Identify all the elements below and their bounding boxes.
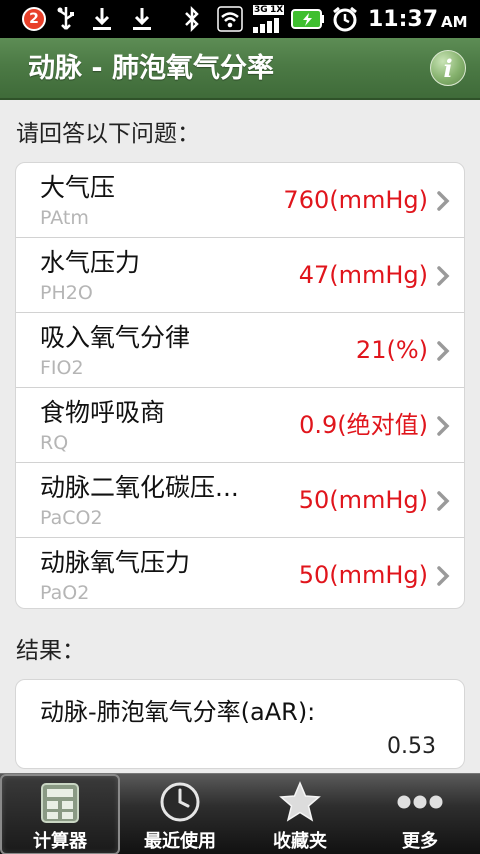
alarm-icon: [330, 0, 360, 38]
info-button[interactable]: i: [430, 50, 466, 86]
calculator-icon: [36, 781, 84, 825]
input-row-fio2[interactable]: 吸入氧气分律 FIO2 21(%): [16, 313, 464, 388]
star-icon: [276, 779, 324, 825]
notification-badge[interactable]: 2: [22, 0, 46, 38]
input-row-pao2[interactable]: 动脉氧气压力 PaO2 50(mmHg): [16, 538, 464, 608]
input-row-ph2o[interactable]: 水气压力 PH2O 47(mmHg): [16, 238, 464, 313]
tab-calculator[interactable]: 计算器: [0, 774, 120, 854]
download-icon: [88, 0, 116, 38]
input-value: 0.9(绝对值): [299, 411, 428, 439]
result-value: 0.53: [387, 734, 436, 759]
title-bar: 动脉 - 肺泡氧气分率 i: [0, 38, 480, 100]
usb-icon: [52, 0, 80, 38]
chevron-right-icon: [437, 191, 450, 211]
result-label: 动脉-肺泡氧气分率(aAR):: [40, 698, 316, 726]
questions-section-label: 请回答以下问题：: [16, 121, 200, 147]
battery-icon: [290, 0, 326, 38]
tab-recent[interactable]: 最近使用: [120, 774, 240, 854]
download-icon: [128, 0, 156, 38]
status-bar: 2 3G 1X 11:37 AM: [0, 0, 480, 38]
questions-card: 大气压 PAtm 760(mmHg) 水气压力 PH2O 47(mmHg) 吸入…: [15, 162, 465, 609]
input-row-patm[interactable]: 大气压 PAtm 760(mmHg): [16, 163, 464, 238]
chevron-right-icon: [437, 491, 450, 511]
chevron-right-icon: [437, 416, 450, 436]
tab-more[interactable]: 更多: [360, 774, 480, 854]
status-time: 11:37: [368, 6, 439, 32]
signal-icon: 3G 1X: [252, 0, 286, 38]
chevron-right-icon: [437, 266, 450, 286]
wifi-icon: [216, 0, 244, 38]
input-value: 21(%): [355, 336, 428, 364]
clock: 11:37 AM: [368, 0, 468, 38]
bottom-tab-bar: 计算器 最近使用 收藏夹 更多: [0, 773, 480, 854]
status-ampm: AM: [441, 12, 468, 31]
clock-icon: [156, 779, 204, 825]
chevron-right-icon: [437, 341, 450, 361]
result-section-label: 结果：: [16, 638, 85, 664]
input-value: 50(mmHg): [298, 561, 428, 589]
input-value: 760(mmHg): [283, 186, 428, 214]
chevron-right-icon: [437, 566, 450, 586]
tab-favorites[interactable]: 收藏夹: [240, 774, 360, 854]
input-value: 50(mmHg): [298, 486, 428, 514]
bluetooth-icon: [180, 0, 204, 38]
input-row-rq[interactable]: 食物呼吸商 RQ 0.9(绝对值): [16, 388, 464, 463]
input-row-paco2[interactable]: 动脉二氧化碳压... PaCO2 50(mmHg): [16, 463, 464, 538]
result-card: 动脉-肺泡氧气分率(aAR): 0.53: [15, 679, 465, 769]
info-icon: i: [443, 53, 453, 83]
page-title: 动脉 - 肺泡氧气分率: [28, 53, 275, 84]
input-value: 47(mmHg): [298, 261, 428, 289]
more-icon: [396, 779, 444, 825]
